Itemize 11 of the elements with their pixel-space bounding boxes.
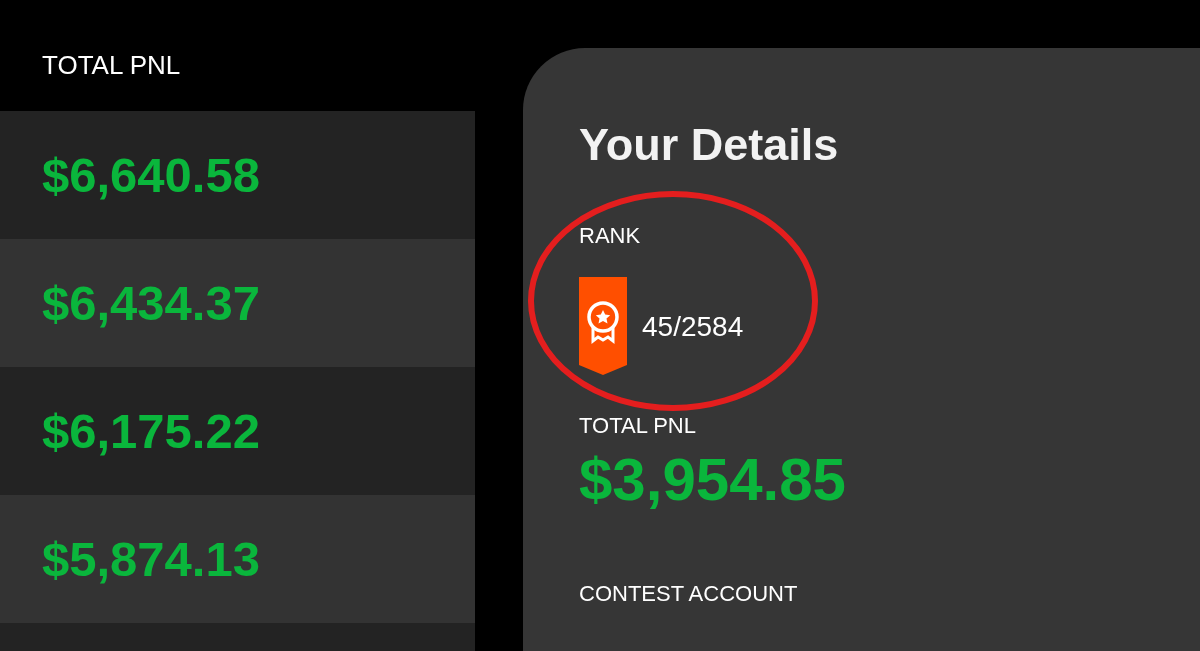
total-pnl-label: TOTAL PNL: [579, 413, 697, 439]
pnl-value: $6,175.22: [42, 403, 260, 459]
contest-account-label: CONTEST ACCOUNT: [579, 581, 799, 607]
rank-value: 45/2584: [642, 311, 744, 343]
pnl-value: $6,434.37: [42, 275, 260, 331]
pnl-value: $6,640.58: [42, 147, 260, 203]
pnl-value: $5,874.13: [42, 531, 260, 587]
column-header: TOTAL PNL: [41, 49, 182, 82]
total-pnl-value: $3,954.85: [579, 445, 847, 515]
rank-label: RANK: [579, 223, 642, 249]
panel-title: Your Details: [579, 119, 840, 171]
